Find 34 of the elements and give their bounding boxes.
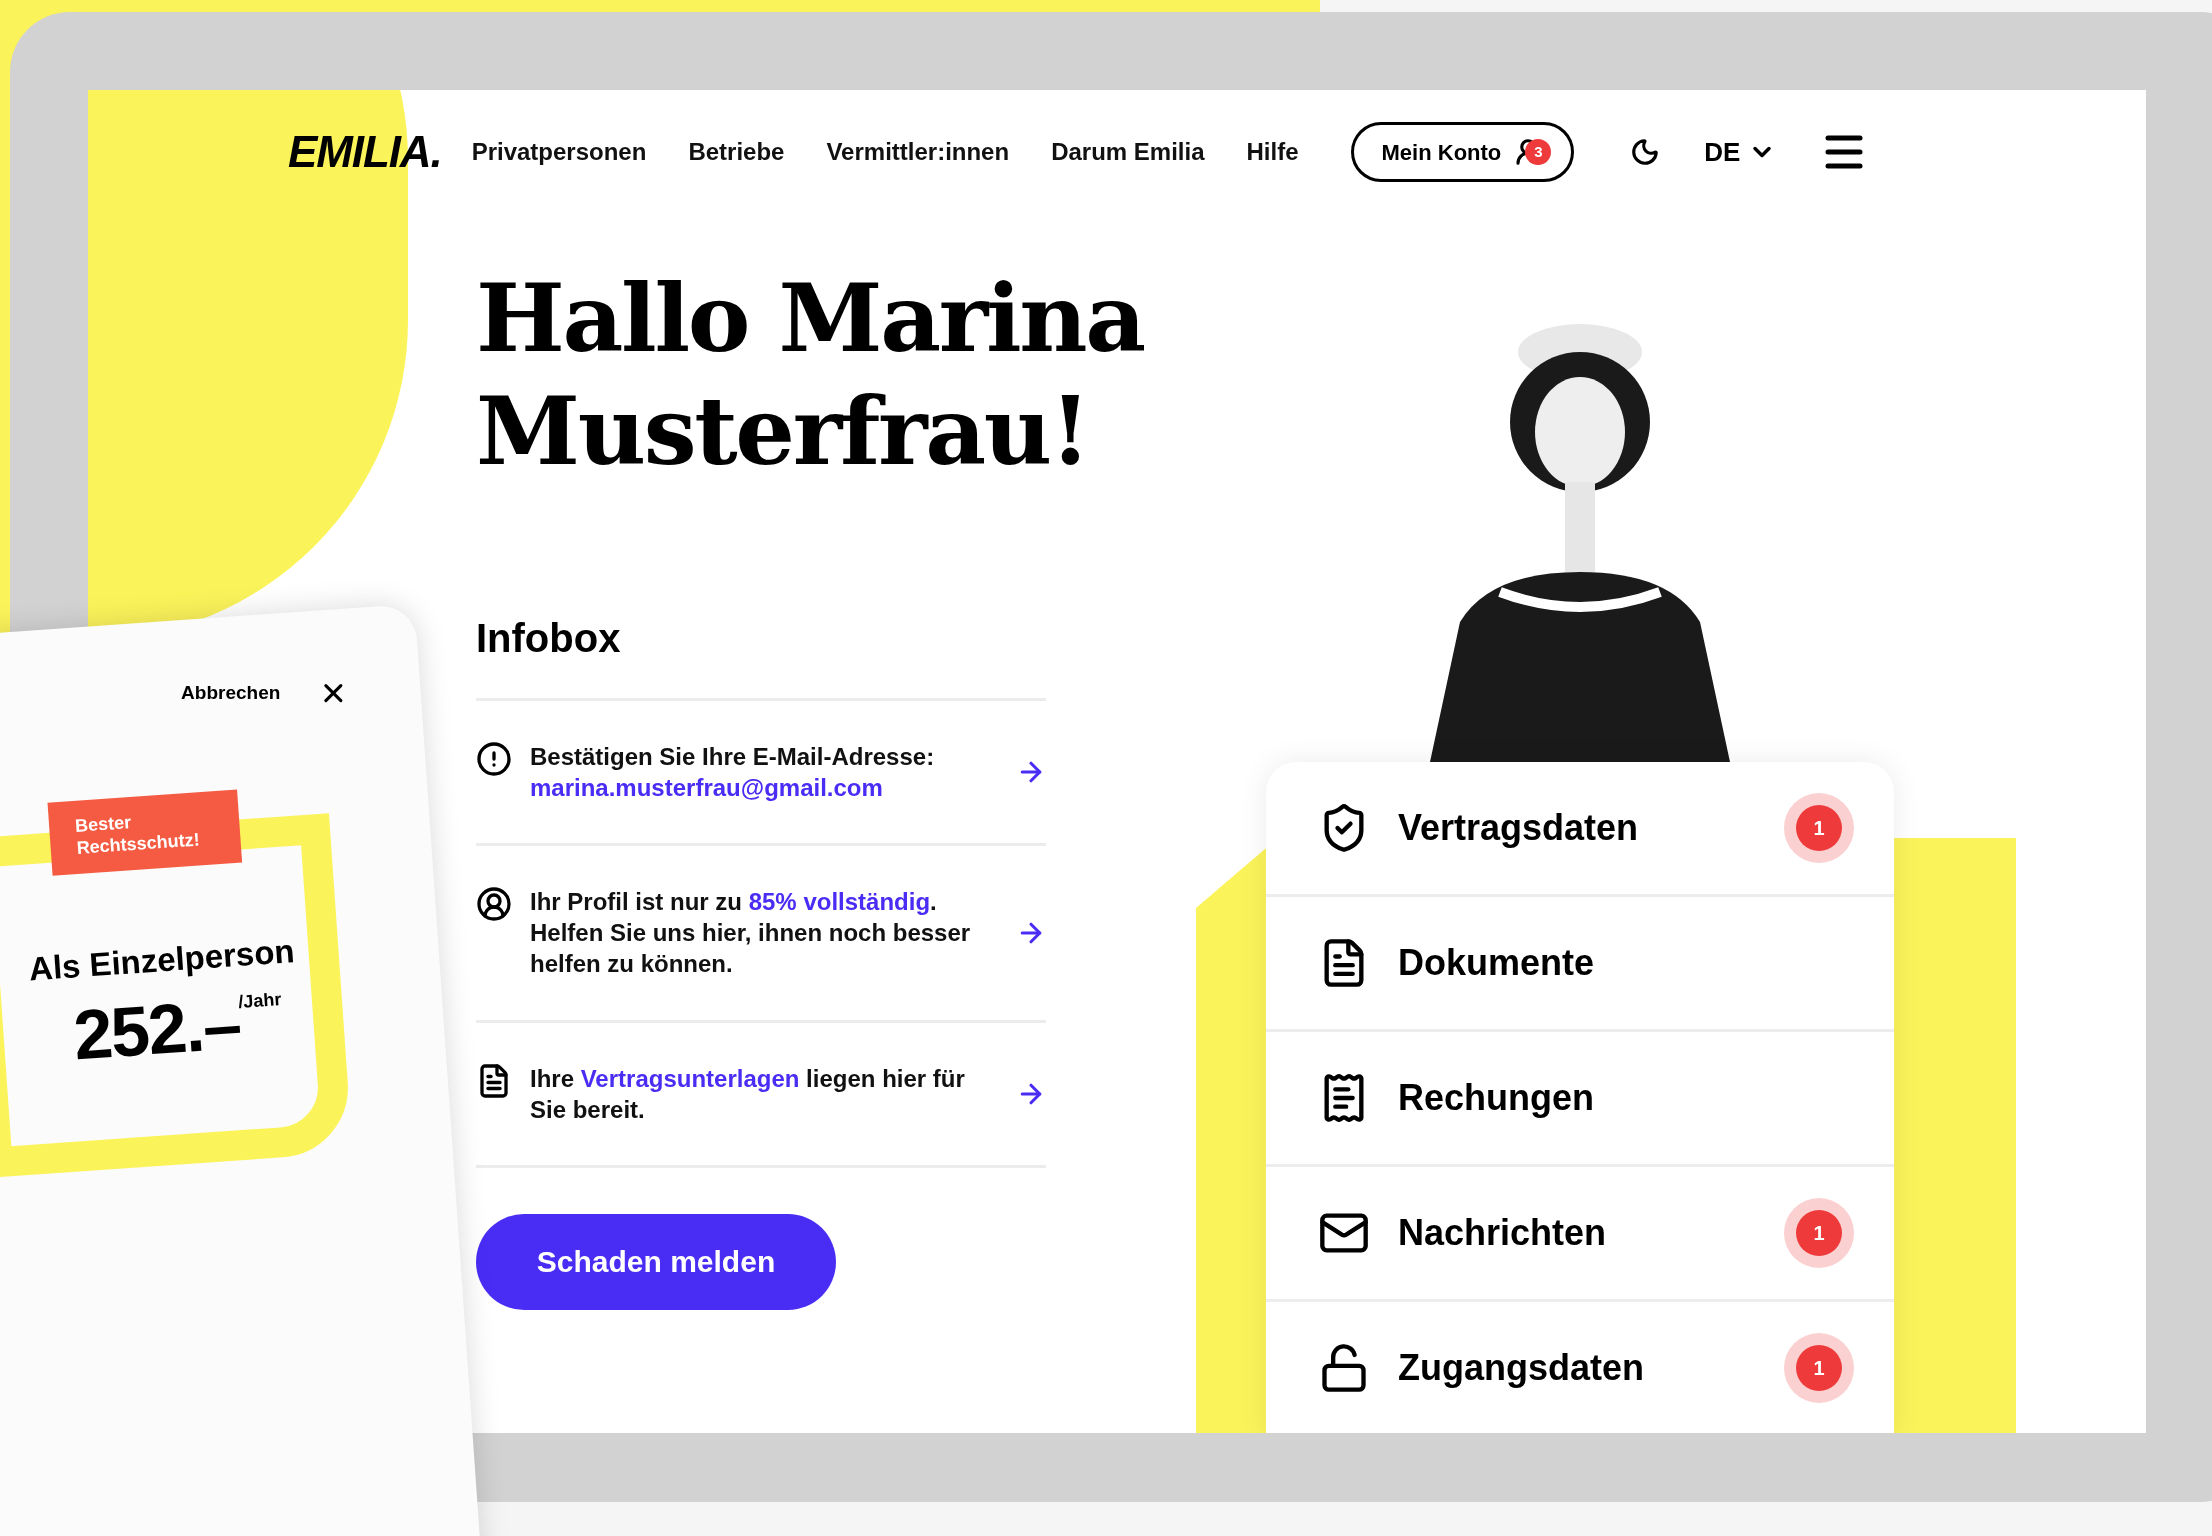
menu-item[interactable]: Nachrichten 1 — [1266, 1167, 1894, 1302]
info-text: Ihr Profil ist nur zu 85% vollständig. Helfen Sie uns hier, ihnen noch besser helfen zu können. — [530, 886, 972, 980]
price-unit: /Jahr — [237, 988, 283, 1012]
nav-link[interactable]: Hilfe — [1246, 134, 1299, 170]
greeting-heading: Hallo Marina Musterfrau! — [476, 262, 1145, 488]
account-button[interactable]: Mein Konto 3 — [1350, 122, 1575, 182]
infobox-title: Infobox — [476, 614, 622, 662]
profile-icon — [476, 885, 512, 922]
nav-link[interactable]: Privatpersonen — [471, 134, 647, 170]
info-link[interactable]: 85% vollständig — [748, 887, 931, 915]
info-link[interactable]: marina.musterfrau@gmail.com — [530, 773, 883, 801]
language-selector[interactable]: DE — [1704, 132, 1777, 172]
menu-label: Zugangsdaten — [1398, 1346, 1645, 1390]
plan-title: Als Einzelperson — [27, 930, 297, 989]
ribbon-label: Bester Rechtsschutz! — [47, 789, 243, 876]
report-damage-button[interactable]: Schaden melden — [476, 1213, 836, 1310]
menu-item[interactable]: Dokumente — [1266, 897, 1894, 1032]
nav-link[interactable]: Vermittler:innen — [826, 134, 1010, 170]
menu-label: Vertragsdaten — [1398, 806, 1640, 850]
dark-mode-icon[interactable] — [1630, 137, 1661, 167]
info-text: Bestätigen Sie Ihre E-Mail-Adresse: marina.musterfrau@gmail.com — [530, 741, 936, 803]
info-link[interactable]: Vertragsunterlagen — [580, 1064, 800, 1092]
cancel-link[interactable]: Abbrechen — [173, 673, 289, 714]
menu-label: Dokumente — [1398, 941, 1596, 985]
menu-label: Rechungen — [1398, 1076, 1595, 1120]
alert-icon — [476, 740, 512, 777]
info-text: Ihre Vertragsunterlagen liegen hier für Sie bereit. — [530, 1063, 966, 1125]
menu-item[interactable]: Rechungen — [1266, 1032, 1894, 1167]
menu-label: Nachrichten — [1398, 1211, 1608, 1255]
menu-item[interactable]: Vertragsdaten 1 — [1266, 762, 1894, 897]
nav-link[interactable]: Betriebe — [688, 134, 785, 170]
nav-link[interactable]: Darum Emilia — [1051, 134, 1205, 170]
notification-badge: 3 — [1525, 139, 1552, 165]
menu-item[interactable]: Zugangsdaten 1 — [1266, 1302, 1894, 1433]
